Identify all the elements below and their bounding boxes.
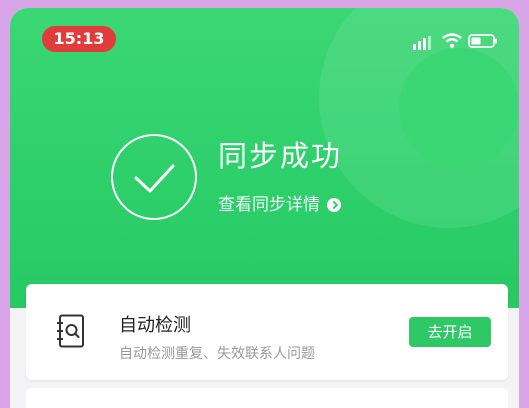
view-sync-details-link[interactable]: 查看同步详情: [218, 193, 341, 217]
status-time: 15:13: [42, 26, 116, 52]
checkmark-circle-icon: [111, 134, 197, 220]
contact-search-icon: [57, 314, 84, 348]
auto-detect-description: 自动检测重复、失效联系人问题: [119, 346, 315, 362]
auto-detect-card: 自动检测 自动检测重复、失效联系人问题 去开启: [26, 284, 508, 380]
phone-screen: 15:13 同步成功 查看同步详情 自动检测 自动检测重复、失效联系人问题 去开…: [10, 8, 519, 408]
status-bar: 15:13: [10, 8, 519, 68]
view-sync-details-label: 查看同步详情: [218, 195, 320, 215]
enable-button[interactable]: 去开启: [409, 317, 491, 347]
signal-icon: [413, 36, 431, 50]
sync-success-title: 同步成功: [218, 139, 343, 173]
chevron-right-icon: [327, 198, 341, 212]
hero-banner: 15:13 同步成功 查看同步详情: [10, 8, 519, 308]
next-card: [26, 388, 508, 408]
auto-detect-title: 自动检测: [119, 315, 191, 336]
battery-icon: [468, 34, 497, 48]
wifi-icon: [442, 33, 462, 49]
